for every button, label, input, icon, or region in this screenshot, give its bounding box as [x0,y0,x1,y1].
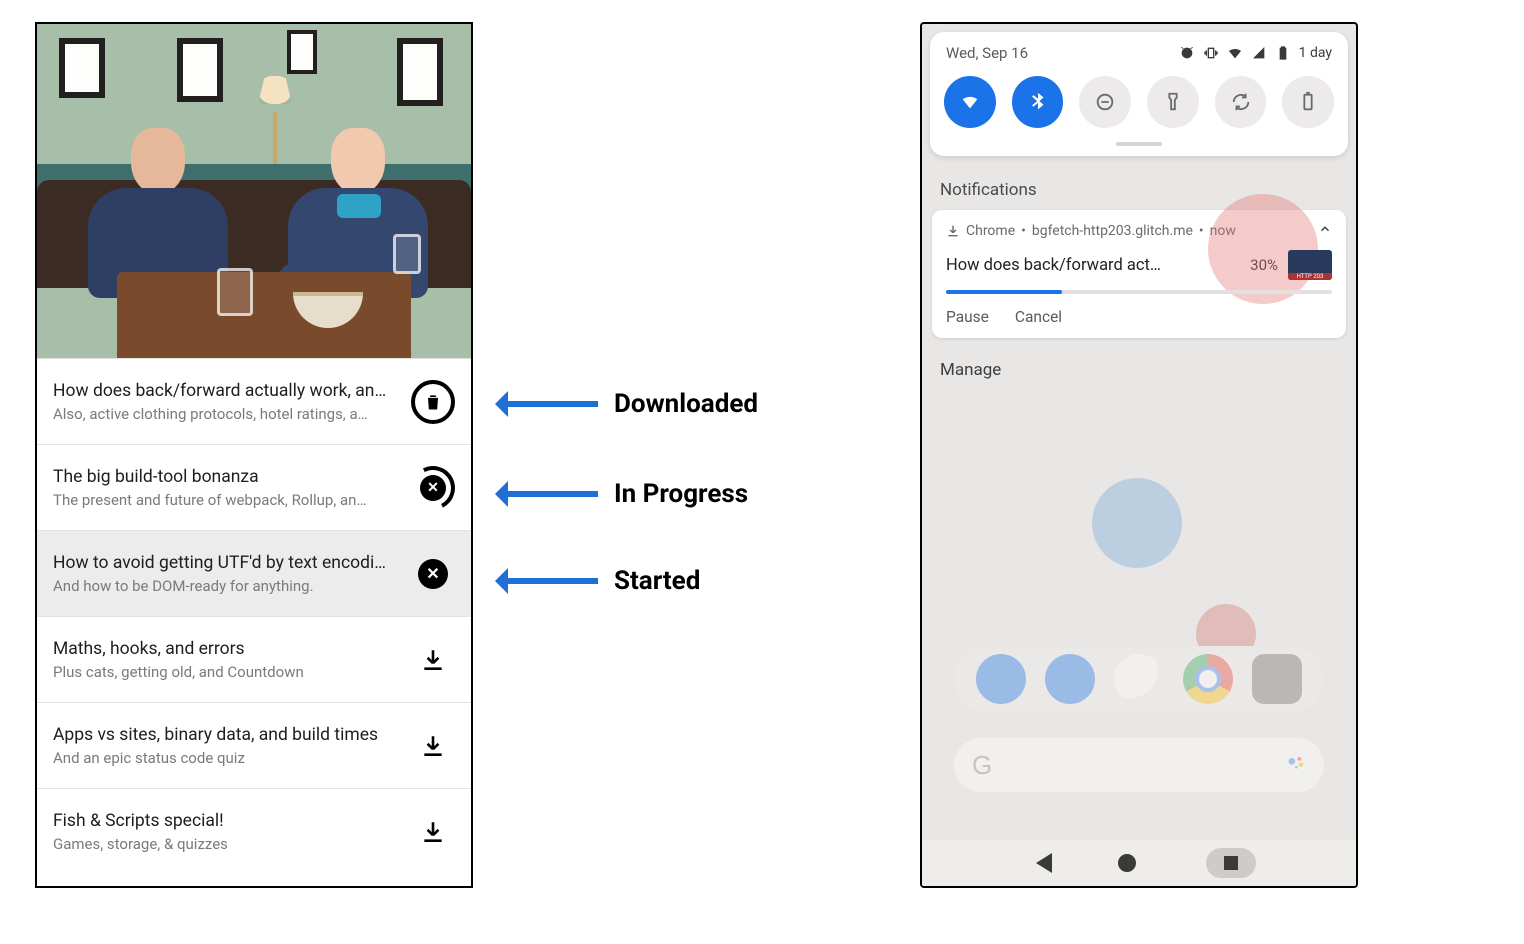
arrow-icon [500,401,598,407]
qs-bluetooth-toggle[interactable] [1012,76,1064,128]
episode-title: How to avoid getting UTF'd by text encod… [53,553,401,573]
android-phone-frame: G Wed, Sep 16 1 day [920,22,1358,888]
delete-download-button[interactable] [409,378,457,426]
google-search-bar[interactable]: G [954,738,1324,792]
signal-icon [1251,45,1267,61]
episode-subtitle: Plus cats, getting old, and Countdown [53,663,401,681]
play-store-icon[interactable] [1114,654,1164,704]
annotation-downloaded: Downloaded [500,389,758,419]
notification-thumbnail [1288,250,1332,280]
annotation-started: Started [500,566,700,596]
arrow-icon [500,578,598,584]
notification-cancel-button[interactable]: Cancel [1015,308,1062,326]
list-item[interactable]: Apps vs sites, binary data, and build ti… [37,702,471,788]
download-button[interactable] [409,808,457,856]
episode-subtitle: And how to be DOM-ready for anything. [53,577,401,595]
download-icon [420,733,446,759]
download-icon [420,647,446,673]
episode-subtitle: Games, storage, & quizzes [53,835,401,853]
episode-title: How does back/forward actually work, an… [53,381,401,401]
status-date: Wed, Sep 16 [946,44,1028,62]
nav-home-button[interactable] [1118,854,1136,872]
hero-image [37,24,471,358]
alarm-icon [1179,45,1195,61]
arrow-icon [500,491,598,497]
list-item[interactable]: Fish & Scripts special! Games, storage, … [37,788,471,874]
download-button[interactable] [409,636,457,684]
qs-autorotate-toggle[interactable] [1215,76,1267,128]
battery-label: 1 day [1299,45,1332,61]
annotation-in-progress: In Progress [500,479,748,509]
collapse-toggle[interactable] [1318,222,1332,240]
notification-app-name: Chrome [966,223,1015,239]
qs-battery-saver-toggle[interactable] [1282,76,1334,128]
qs-wifi-toggle[interactable] [944,76,996,128]
nav-back-button[interactable] [1026,853,1052,873]
list-item[interactable]: Maths, hooks, and errors Plus cats, gett… [37,616,471,702]
battery-icon [1275,45,1291,61]
quick-settings-panel: Wed, Sep 16 1 day [930,32,1348,156]
annotation-label: In Progress [614,479,748,509]
notification-source: bgfetch-http203.glitch.me [1032,223,1193,239]
annotation-label: Started [614,566,700,596]
list-item[interactable]: How does back/forward actually work, an…… [37,358,471,444]
download-icon [420,819,446,845]
android-navbar [922,840,1356,886]
episode-title: Apps vs sites, binary data, and build ti… [53,725,401,745]
progress-cancel-icon [411,466,455,510]
episode-title: Maths, hooks, and errors [53,639,401,659]
download-icon [946,224,960,238]
notification-pause-button[interactable]: Pause [946,308,989,326]
download-button[interactable] [409,722,457,770]
notification-title: How does back/forward act… [946,256,1240,275]
episode-subtitle: And an epic status code quiz [53,749,401,767]
qs-flashlight-toggle[interactable] [1147,76,1199,128]
list-item[interactable]: The big build-tool bonanza The present a… [37,444,471,530]
episode-subtitle: Also, active clothing protocols, hotel r… [53,405,401,423]
camera-app-icon[interactable] [1252,654,1302,704]
qs-dnd-toggle[interactable] [1079,76,1131,128]
home-screen-background: G [932,454,1346,832]
cancel-icon [418,559,448,589]
shade-drag-handle[interactable] [1116,142,1162,146]
chrome-app-icon[interactable] [1183,654,1233,704]
episode-title: The big build-tool bonanza [53,467,401,487]
status-icons: 1 day [1179,45,1332,61]
phone-app-icon[interactable] [976,654,1026,704]
annotation-label: Downloaded [614,389,758,419]
app-dock [954,646,1324,712]
chevron-up-icon [1318,222,1332,236]
episode-list: How does back/forward actually work, an…… [37,358,471,874]
list-item[interactable]: How to avoid getting UTF'd by text encod… [37,530,471,616]
assistant-icon [1286,750,1306,780]
podcast-app-frame: How does back/forward actually work, an…… [35,22,473,888]
manage-notifications-button[interactable]: Manage [922,338,1356,402]
episode-subtitle: The present and future of webpack, Rollu… [53,491,401,509]
cancel-download-button[interactable] [409,550,457,598]
download-progress-bar [946,290,1332,294]
vibrate-icon [1203,45,1219,61]
wifi-icon [1227,45,1243,61]
messages-app-icon[interactable] [1045,654,1095,704]
cancel-download-button[interactable] [409,464,457,512]
google-g-icon: G [972,750,992,781]
nav-recents-button[interactable] [1206,848,1256,878]
trash-icon [411,380,455,424]
episode-title: Fish & Scripts special! [53,811,401,831]
